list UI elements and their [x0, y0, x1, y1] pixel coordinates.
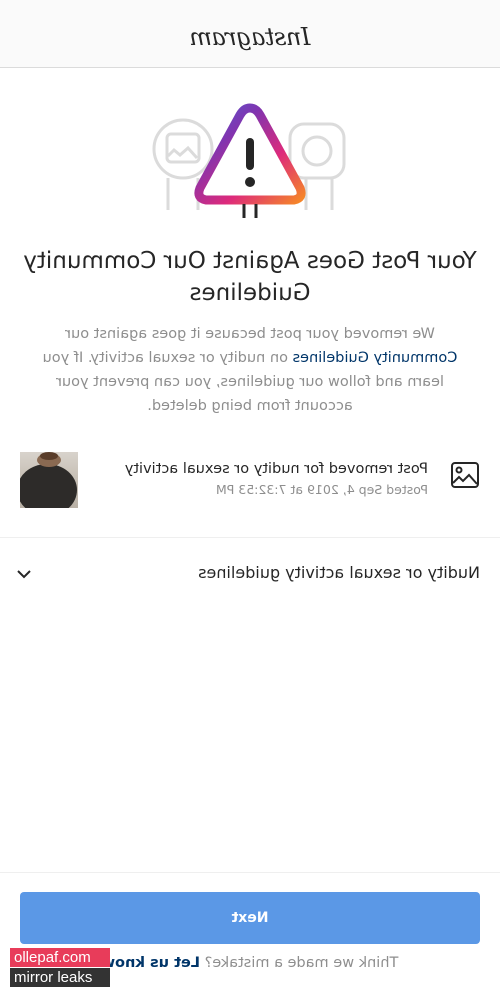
watermark-tagline: mirror leaks: [10, 968, 110, 987]
footer-divider: [0, 872, 500, 873]
chevron-down-icon: [17, 570, 31, 579]
app-header: Instagram: [0, 0, 500, 68]
next-button[interactable]: Next: [20, 892, 480, 944]
post-thumbnail: [20, 452, 78, 508]
accordion-label: Nudity or sexual activity guidelines: [198, 563, 480, 582]
hero-illustration: [152, 103, 346, 218]
community-guidelines-link[interactable]: Community Guidelines: [293, 350, 458, 366]
explanation-text-start: We removed your post because it goes aga…: [65, 326, 435, 342]
section-divider: [0, 537, 500, 538]
thumbnail-image: [20, 452, 77, 508]
removal-explanation: We removed your post because it goes aga…: [30, 322, 470, 418]
guidelines-accordion[interactable]: Nudity or sexual activity guidelines: [0, 560, 500, 590]
removed-post-row[interactable]: Post removed for nudity or sexual activi…: [0, 452, 500, 512]
mirrored-screen: Instagram Your Post Goes Against Our Com…: [0, 0, 500, 1004]
post-date: Posted Sep 4, 2019 at 7:32:53 PM: [216, 482, 428, 497]
warning-triangle-icon: [194, 103, 306, 218]
next-button-label: Next: [231, 910, 269, 926]
post-removed-title: Post removed for nudity or sexual activi…: [124, 461, 428, 477]
watermark-site: ollepaf.com: [10, 948, 110, 967]
let-us-know-link[interactable]: Let us know: [102, 955, 200, 971]
image-icon: [451, 462, 479, 488]
page-title: Your Post Goes Against Our Community Gui…: [23, 248, 477, 306]
watermark: ollepaf.com mirror leaks: [10, 947, 110, 987]
post-info: Post removed for nudity or sexual activi…: [108, 459, 428, 499]
instagram-logo: Instagram: [189, 22, 311, 51]
mistake-text: Think we made a mistake?: [204, 955, 399, 971]
